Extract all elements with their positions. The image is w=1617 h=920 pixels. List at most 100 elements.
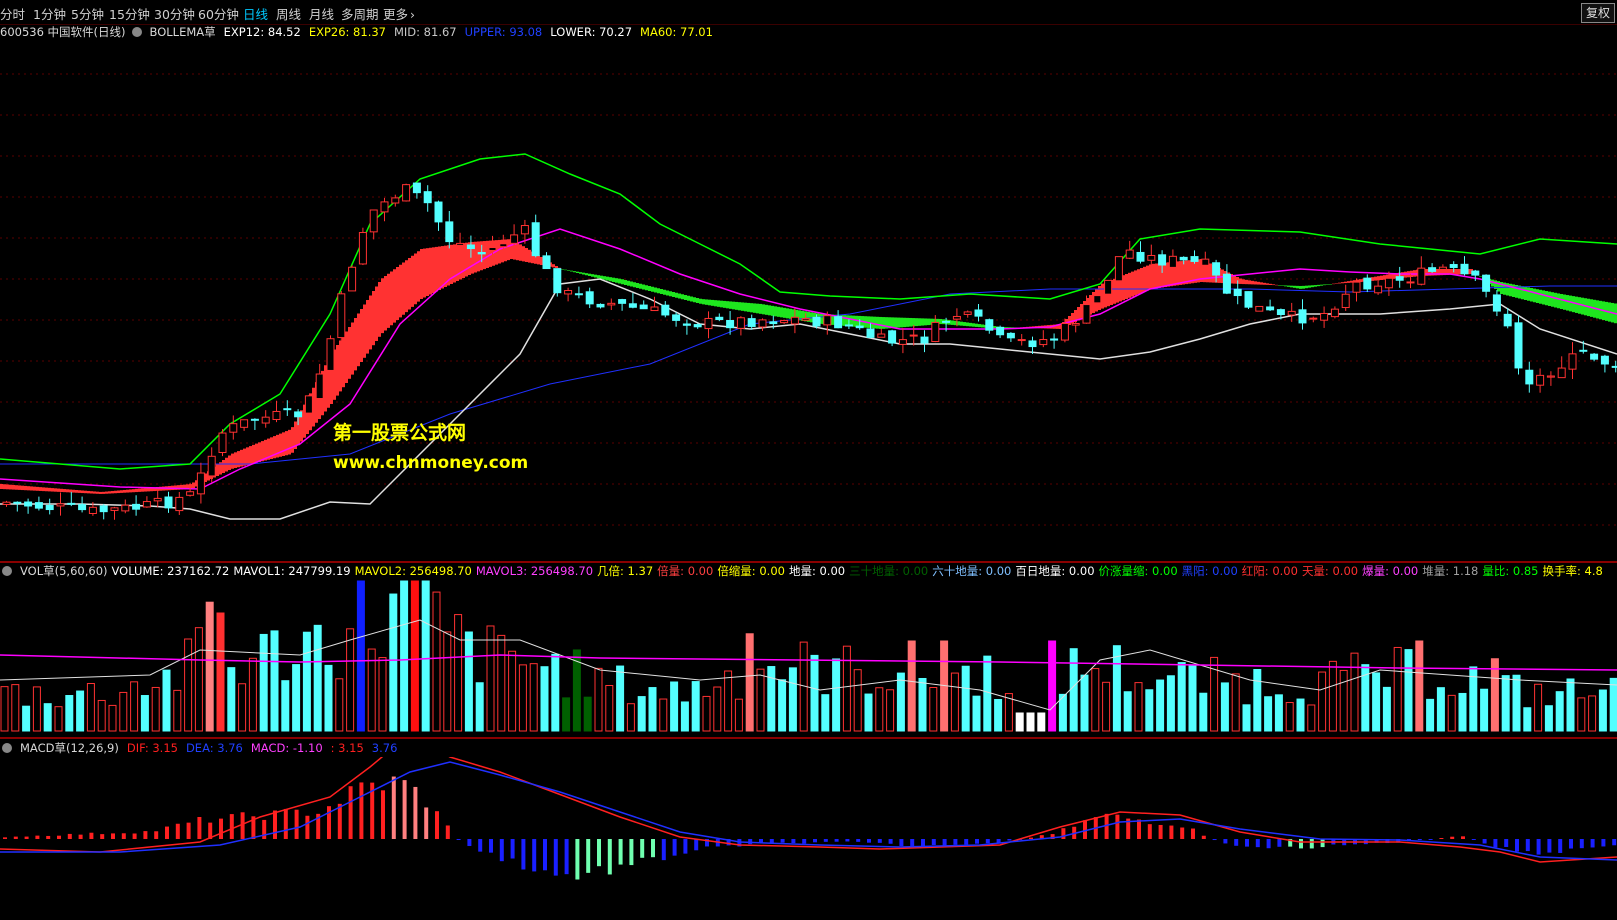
ema-fill-band — [579, 272, 582, 274]
ema-fill-band — [345, 331, 348, 383]
candle-body — [34, 502, 43, 509]
macd-histogram-bar — [931, 839, 936, 846]
ema-fill-band — [1524, 286, 1527, 300]
tab-60min[interactable]: 60分钟 — [198, 4, 239, 23]
volume-bar — [356, 580, 365, 732]
macd-histogram-bar — [1601, 839, 1606, 847]
macd-histogram-bar — [640, 839, 645, 858]
macd-menu-icon[interactable] — [2, 743, 12, 753]
ema-fill-band — [1578, 297, 1581, 314]
ema-fill-band — [222, 460, 225, 473]
macd-chart[interactable] — [0, 757, 1617, 920]
ema-fill-band — [1248, 280, 1251, 285]
ema-fill-band — [336, 345, 339, 396]
ema-fill-band — [6, 484, 9, 490]
vol-name[interactable]: VOL草(5,60,60) — [20, 564, 108, 578]
ema-fill-band — [75, 490, 78, 493]
volume-menu-icon[interactable] — [2, 566, 12, 576]
ema-fill-band — [1284, 285, 1287, 287]
ema-fill-band — [48, 487, 51, 492]
macd-histogram-bar — [672, 839, 677, 856]
volume-bar — [410, 580, 419, 732]
candle-body — [1060, 323, 1069, 341]
macd-histogram-bar — [586, 839, 591, 873]
ema-fill-band — [126, 489, 129, 493]
tab-fenshi[interactable]: 分时 — [0, 4, 25, 23]
candle-body — [1363, 277, 1372, 290]
candle-body — [1028, 340, 1037, 348]
ema-fill-band — [519, 244, 522, 261]
candle-body — [1201, 258, 1210, 266]
tab-monthly[interactable]: 月线 — [309, 4, 334, 23]
volume-bar — [1285, 702, 1294, 732]
candle-body — [704, 317, 713, 330]
ema-fill-band — [1299, 285, 1302, 289]
macd-histogram-bar — [1299, 839, 1303, 849]
ema-fill-band — [1575, 296, 1578, 313]
macd-histogram-bar — [683, 839, 688, 854]
ema-fill-band — [957, 321, 960, 326]
candle-body — [1255, 305, 1264, 312]
volume-indicator-bar: VOL草(5,60,60) VOLUME: 237162.72 MAVOL1: 24… — [0, 563, 1607, 580]
candle-body — [585, 291, 594, 305]
ema-fill-band — [1263, 282, 1266, 285]
ema-fill-band — [78, 490, 81, 493]
ema-fill-band — [63, 489, 66, 493]
candle-body — [1266, 306, 1275, 311]
ema-fill-band — [117, 490, 120, 494]
volume-bar — [1015, 712, 1024, 732]
macd-histogram-bar — [1309, 839, 1314, 849]
candle-body — [1460, 263, 1469, 275]
macd-histogram-bar — [435, 811, 439, 839]
tab-5min[interactable]: 5分钟 — [71, 4, 104, 23]
volume-bar — [659, 698, 668, 732]
volume-bar — [1188, 664, 1197, 732]
ema-fill-band — [243, 448, 246, 466]
tab-weekly[interactable]: 周线 — [276, 4, 301, 23]
macd-histogram-bar — [1029, 837, 1033, 839]
ema-fill-band — [1530, 288, 1533, 302]
macd-name[interactable]: MACD草(12,26,9) — [20, 741, 119, 755]
macd-histogram-bar — [543, 839, 547, 871]
ema-fill-band — [354, 318, 357, 371]
tab-1min[interactable]: 1分钟 — [33, 4, 66, 23]
candle-body — [898, 339, 907, 345]
ema-fill-band — [255, 443, 258, 463]
candle-body — [1125, 249, 1134, 259]
macd-histogram-bar — [337, 803, 342, 839]
tab-15min[interactable]: 15分钟 — [109, 4, 150, 23]
macd-histogram-bar — [1482, 839, 1487, 844]
macd-histogram-bar — [111, 833, 115, 839]
ema-fill-band — [537, 255, 540, 265]
tab-30min[interactable]: 30分钟 — [154, 4, 195, 23]
macd-histogram-bar — [1083, 820, 1087, 839]
candle-body — [866, 328, 875, 338]
candle-body — [931, 321, 940, 343]
ema-fill-band — [87, 490, 90, 494]
volume-chart[interactable] — [0, 580, 1617, 734]
candle-body — [207, 455, 216, 477]
ema-fill-band — [741, 302, 744, 311]
fuquan-button[interactable]: 复权 — [1581, 3, 1615, 23]
macd-histogram-bar — [877, 839, 882, 843]
candle-body — [715, 316, 724, 321]
ema-fill-band — [246, 447, 249, 465]
panel-divider-2[interactable] — [0, 737, 1617, 739]
macd-histogram-bar — [694, 839, 699, 851]
ema-fill-band — [339, 340, 342, 392]
ema-fill-band — [231, 453, 234, 469]
candle-body — [445, 221, 454, 243]
ema-fill-band — [1251, 280, 1254, 285]
ema-fill-band — [1152, 263, 1155, 289]
candle-body — [1590, 353, 1599, 360]
candlestick-chart[interactable] — [0, 24, 1617, 560]
tab-daily[interactable]: 日线 — [243, 4, 268, 23]
vol-jiazhang: 价涨量缩: 0.00 — [1098, 564, 1178, 578]
tab-more[interactable]: 更多 › — [383, 4, 415, 23]
ema-fill-band — [588, 273, 591, 276]
ema-fill-band — [486, 240, 489, 268]
ema-fill-band — [645, 285, 648, 291]
tab-multi-period[interactable]: 多周期 — [341, 4, 379, 23]
volume-bar — [1512, 674, 1521, 732]
macd-histogram-bar — [1547, 839, 1552, 853]
